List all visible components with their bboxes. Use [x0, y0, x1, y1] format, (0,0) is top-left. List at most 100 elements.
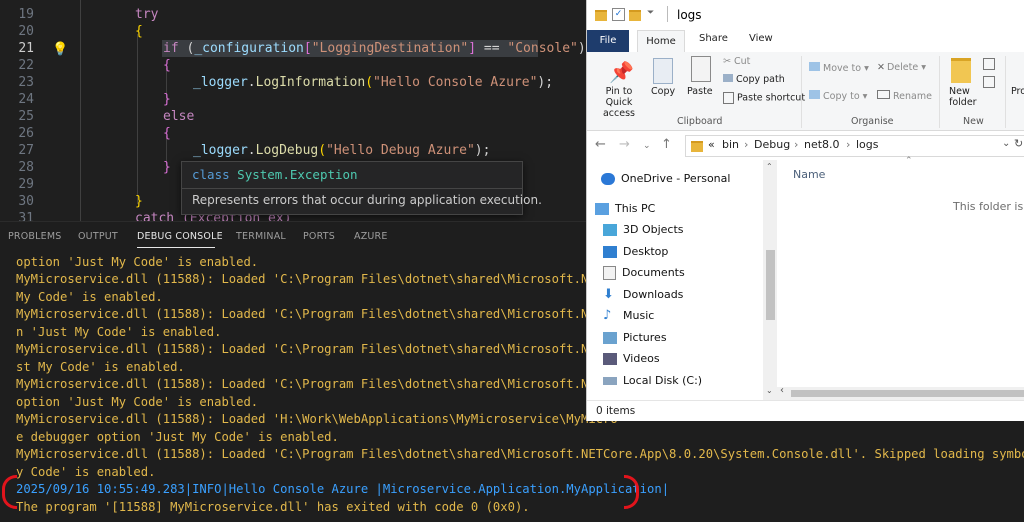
folder-icon: [691, 141, 703, 152]
refresh-icon[interactable]: ↻: [1014, 137, 1023, 150]
nav-item-videos[interactable]: Videos: [603, 352, 660, 372]
breadcrumb-overflow[interactable]: «: [708, 138, 715, 151]
column-header-name[interactable]: Name: [793, 168, 825, 181]
nav-item-3d-objects[interactable]: 3D Objects: [603, 223, 684, 243]
new-item-icon[interactable]: [983, 58, 995, 70]
nav-item-onedrive[interactable]: OneDrive - Personal: [601, 172, 730, 192]
nav-item-music[interactable]: ♪ Music: [603, 309, 654, 329]
nav-scrollbar-thumb[interactable]: [766, 250, 775, 320]
scroll-left-icon[interactable]: ‹: [780, 385, 784, 396]
console-line: e debugger option 'Just My Code' is enab…: [16, 430, 339, 444]
group-label-organise: Organise: [851, 116, 894, 127]
item-count: 0 items: [596, 405, 636, 417]
tooltip-namespace: System: [237, 167, 283, 182]
dropdown-icon[interactable]: ⏷: [647, 8, 654, 18]
nav-item-downloads[interactable]: ⬇ Downloads: [603, 288, 683, 308]
tab-file[interactable]: File: [587, 30, 629, 52]
line-number: 24: [18, 92, 34, 107]
paste-shortcut-button[interactable]: Paste shortcut: [723, 92, 805, 104]
line-number: 23: [18, 75, 34, 90]
up-arrow-icon[interactable]: ↑: [661, 137, 672, 152]
copy-path-button[interactable]: Copy path: [723, 74, 785, 85]
active-tab-indicator: [137, 247, 215, 248]
line-number: 22: [18, 58, 34, 73]
computer-icon: [595, 203, 609, 215]
ribbon: 📌 Pin to Quick access Copy Paste ✂ Cut C…: [587, 52, 1024, 131]
recent-dropdown-icon[interactable]: ⌄: [643, 141, 651, 151]
breadcrumb-logs[interactable]: logs: [856, 138, 879, 151]
cube-icon: [603, 224, 617, 236]
tab-terminal[interactable]: TERMINAL: [236, 231, 286, 242]
lightbulb-icon[interactable]: 💡: [52, 42, 68, 57]
tab-view[interactable]: View: [749, 33, 773, 44]
drive-icon: [603, 377, 617, 385]
console-line: The program '[11588] MyMicroservice.dll'…: [16, 500, 530, 514]
tooltip-type: .Exception: [282, 167, 358, 182]
horizontal-scrollbar-thumb[interactable]: [791, 390, 1024, 397]
window-title: logs: [677, 8, 702, 22]
scroll-down-icon[interactable]: ⌄: [766, 386, 773, 395]
tab-debug-console[interactable]: DEBUG CONSOLE: [137, 231, 223, 242]
tab-problems[interactable]: PROBLEMS: [8, 231, 61, 242]
pictures-icon: [603, 332, 617, 344]
nav-item-documents[interactable]: Documents: [603, 266, 685, 286]
pin-quick-access-button[interactable]: 📌 Pin to Quick access: [595, 56, 643, 119]
tab-ports[interactable]: PORTS: [303, 231, 335, 242]
back-arrow-icon[interactable]: ←: [595, 137, 606, 152]
move-to-button[interactable]: Move to ▾: [809, 62, 869, 74]
checkbox-icon[interactable]: ✓: [612, 8, 625, 21]
address-bar[interactable]: « bin › Debug › net8.0 › logs ⌄ ↻: [685, 135, 1024, 157]
breadcrumb-bin[interactable]: bin: [722, 138, 739, 151]
desktop-icon: [603, 246, 617, 258]
line-number: 25: [18, 109, 34, 124]
delete-icon: ✕: [877, 62, 885, 73]
line-number: 28: [18, 160, 34, 175]
nav-item-desktop[interactable]: Desktop: [603, 245, 668, 265]
forward-arrow-icon[interactable]: →: [619, 137, 630, 152]
address-dropdown-icon[interactable]: ⌄: [1002, 138, 1010, 149]
easy-access-icon[interactable]: [983, 76, 995, 88]
console-line: y Code' is enabled.: [16, 465, 156, 479]
delete-button[interactable]: ✕ Delete ▾: [877, 62, 926, 73]
nav-item-pictures[interactable]: Pictures: [603, 331, 667, 351]
line-number: 20: [18, 24, 34, 39]
rename-icon: [877, 90, 890, 99]
file-explorer-window: ✓ ⏷ logs File Home Share View 📌 Pin to Q…: [586, 0, 1024, 421]
copy-to-button[interactable]: Copy to ▾: [809, 90, 867, 102]
line-number: 26: [18, 126, 34, 141]
cut-button[interactable]: ✂ Cut: [723, 56, 750, 67]
current-line-number: 21: [18, 41, 34, 56]
tab-home[interactable]: Home: [637, 30, 685, 53]
clipboard-icon: [691, 56, 711, 82]
nav-item-local-disk[interactable]: Local Disk (C:): [603, 374, 702, 394]
group-label-clipboard: Clipboard: [677, 116, 723, 127]
video-icon: [603, 353, 617, 365]
tooltip-keyword: class: [192, 167, 230, 182]
breadcrumb-debug[interactable]: Debug: [754, 138, 790, 151]
copy-button[interactable]: Copy: [649, 56, 679, 114]
music-icon: ♪: [603, 308, 612, 323]
status-bar: 0 items: [587, 400, 1024, 421]
document-icon: [603, 266, 616, 280]
new-folder-button[interactable]: New folder: [945, 54, 985, 112]
tab-share[interactable]: Share: [699, 33, 728, 44]
nav-item-this-pc[interactable]: This PC: [595, 202, 655, 222]
tab-azure[interactable]: AZURE: [354, 231, 388, 242]
cloud-icon: [601, 173, 615, 185]
rename-button[interactable]: Rename: [877, 90, 932, 102]
folder-icon[interactable]: [629, 10, 641, 21]
new-folder-icon: [951, 58, 971, 83]
paste-button[interactable]: Paste: [685, 56, 717, 114]
copy-to-icon: [809, 90, 820, 99]
empty-folder-message: This folder is empty: [953, 200, 1024, 213]
tab-output[interactable]: OUTPUT: [78, 231, 118, 242]
file-list[interactable]: ⌃ Name This folder is empty: [777, 156, 1024, 400]
properties-button[interactable]: Pro: [1011, 86, 1024, 97]
scroll-up-icon[interactable]: ⌃: [766, 162, 773, 171]
line-number: 27: [18, 143, 34, 158]
nav-scrollbar[interactable]: ⌃ ⌄: [763, 160, 777, 400]
horizontal-scrollbar[interactable]: ‹: [777, 385, 1024, 400]
copy-icon: [653, 58, 673, 84]
sort-arrow-icon: ⌃: [905, 156, 913, 166]
breadcrumb-net8[interactable]: net8.0: [804, 138, 840, 151]
